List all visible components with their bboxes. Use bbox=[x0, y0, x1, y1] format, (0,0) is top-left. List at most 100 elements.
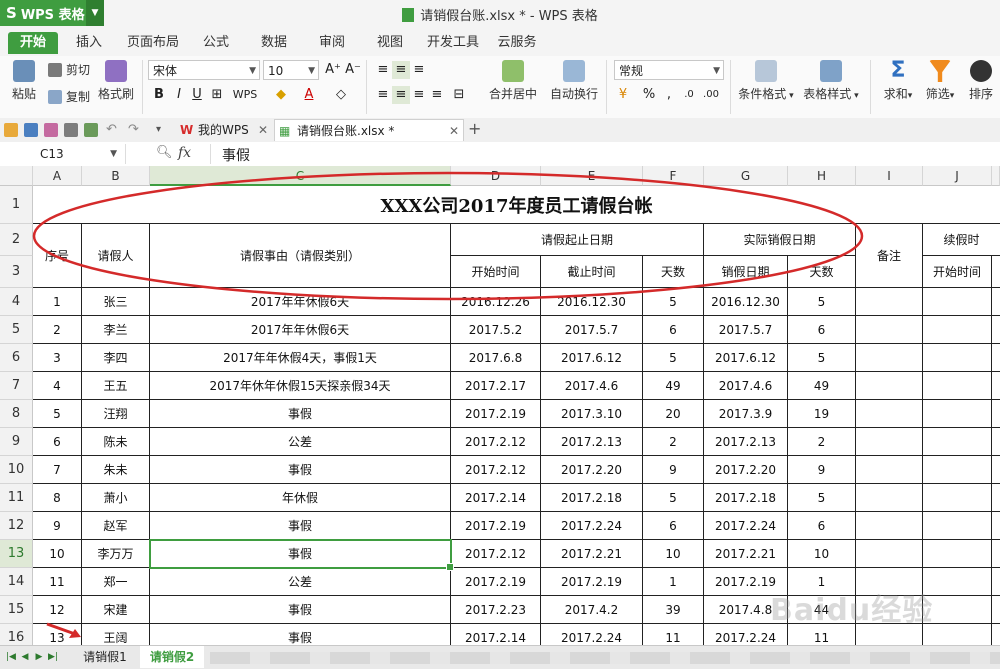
title-bar: 请销假台账.xlsx * - WPS 表格 S WPS 表格 ▼ bbox=[0, 0, 1000, 27]
cell-reference: C13 bbox=[40, 147, 64, 161]
format-painter-button[interactable]: 格式刷 bbox=[96, 60, 136, 102]
close-icon[interactable]: ✕ bbox=[258, 119, 268, 141]
ribbon-divider bbox=[606, 60, 607, 114]
prev-sheet-icon[interactable]: ◀ bbox=[20, 651, 30, 663]
wps-logo-icon: S bbox=[6, 4, 17, 22]
justify-icon[interactable]: ≡ bbox=[428, 86, 446, 104]
merge-center-button[interactable]: 合并居中 bbox=[484, 60, 542, 102]
spreadsheet-grid[interactable]: A B C D E F G H I J 1 2 3 4 5 6 7 8 9 10… bbox=[0, 166, 1000, 645]
number-format-select[interactable]: 常规 ▼ bbox=[614, 60, 724, 80]
sigma-icon: Σ bbox=[890, 58, 906, 83]
tab-view[interactable]: 视图 bbox=[368, 32, 412, 54]
funnel-icon bbox=[929, 60, 951, 82]
align-right-icon[interactable]: ≡ bbox=[410, 86, 428, 104]
tab-page-layout[interactable]: 页面布局 bbox=[122, 32, 184, 54]
paste-button[interactable]: 粘贴 bbox=[6, 60, 42, 102]
paste-label: 粘贴 bbox=[11, 87, 36, 101]
tab-data[interactable]: 数据 bbox=[252, 32, 296, 54]
shrink-font-icon[interactable]: A⁻ bbox=[344, 61, 362, 79]
table-style-icon bbox=[820, 60, 842, 82]
sheet-tab-2[interactable]: 请销假2 bbox=[140, 646, 204, 668]
conditional-format-icon bbox=[755, 60, 777, 82]
chevron-down-icon: ▼ bbox=[249, 66, 256, 76]
new-tab-icon[interactable]: + bbox=[468, 121, 482, 137]
conditional-format-label: 条件格式 bbox=[738, 87, 787, 101]
print-preview-icon[interactable] bbox=[84, 123, 98, 137]
tab-insert[interactable]: 插入 bbox=[66, 32, 112, 54]
chevron-down-icon: ▼ bbox=[110, 149, 117, 159]
watermark: Baidu经验 bbox=[770, 593, 934, 628]
undo-icon[interactable]: ↶ bbox=[106, 123, 120, 137]
clear-format-icon[interactable]: ◇ bbox=[332, 86, 350, 104]
export-pdf-icon[interactable] bbox=[44, 123, 58, 137]
sheet-tab-1[interactable]: 请销假1 bbox=[72, 646, 138, 668]
wrap-text-label: 自动换行 bbox=[549, 87, 598, 101]
number-format-value: 常规 bbox=[619, 64, 644, 78]
red-arrow-icon bbox=[46, 622, 81, 638]
align-center-icon[interactable]: ≡ bbox=[392, 86, 410, 104]
spreadsheet-file-icon bbox=[402, 8, 415, 22]
wps-icon[interactable]: WPS bbox=[232, 86, 258, 104]
first-sheet-icon[interactable]: |◀ bbox=[6, 651, 16, 663]
copy-button[interactable]: 复制 bbox=[48, 88, 90, 105]
close-icon[interactable]: ✕ bbox=[449, 120, 459, 142]
app-menu-button[interactable]: S WPS 表格 ▼ bbox=[0, 0, 104, 26]
filter-label: 筛选 bbox=[925, 87, 950, 101]
ribbon-divider bbox=[142, 60, 143, 114]
ribbon-divider bbox=[730, 60, 731, 114]
customize-dropdown-icon[interactable]: ▾ bbox=[156, 123, 170, 137]
fill-color-icon[interactable]: ◆ bbox=[272, 86, 290, 104]
italic-icon[interactable]: I bbox=[170, 86, 188, 104]
open-folder-icon[interactable] bbox=[4, 123, 18, 137]
percent-icon[interactable]: % bbox=[640, 86, 658, 104]
cut-button[interactable]: 剪切 bbox=[48, 61, 90, 78]
wrap-text-icon bbox=[563, 60, 585, 82]
tab-cloud[interactable]: 云服务 bbox=[492, 32, 542, 54]
filter-button[interactable]: 筛选▾ bbox=[920, 60, 960, 102]
wrap-text-button[interactable]: 自动换行 bbox=[548, 60, 600, 102]
print-icon[interactable] bbox=[64, 123, 78, 137]
copy-label: 复制 bbox=[66, 90, 91, 104]
font-name-select[interactable]: 宋体 ▼ bbox=[148, 60, 260, 80]
next-sheet-icon[interactable]: ▶ bbox=[34, 651, 44, 663]
currency-icon[interactable]: ¥ bbox=[614, 86, 632, 104]
formula-bar: C13 ▼ 🔍︎ fx 事假 bbox=[0, 142, 1000, 167]
grow-font-icon[interactable]: A⁺ bbox=[324, 61, 342, 79]
doc-tab-label: 我的WPS bbox=[198, 123, 249, 137]
distribute-icon[interactable]: ⊟ bbox=[450, 86, 468, 104]
fx-icon[interactable]: fx bbox=[178, 145, 191, 161]
doc-tab-my-wps[interactable]: W 我的WPS ✕ bbox=[176, 119, 272, 141]
last-sheet-icon[interactable]: ▶| bbox=[48, 651, 58, 663]
comma-icon[interactable]: , bbox=[660, 86, 678, 104]
redo-icon[interactable]: ↷ bbox=[128, 123, 142, 137]
formula-input[interactable]: 事假 bbox=[222, 145, 250, 165]
sort-button[interactable]: 排序 bbox=[962, 60, 1000, 102]
align-top-icon[interactable]: ≡ bbox=[374, 61, 392, 79]
sum-button[interactable]: Σ 求和▾ bbox=[878, 60, 918, 102]
tab-formulas[interactable]: 公式 bbox=[194, 32, 238, 54]
chevron-down-icon[interactable]: ▼ bbox=[86, 0, 104, 26]
increase-decimal-icon[interactable]: .0 bbox=[680, 86, 698, 104]
save-icon[interactable] bbox=[24, 123, 38, 137]
tab-developer[interactable]: 开发工具 bbox=[422, 32, 484, 54]
bold-icon[interactable]: B bbox=[150, 86, 168, 104]
conditional-format-button[interactable]: 条件格式 ▾ bbox=[736, 60, 796, 102]
tab-home[interactable]: 开始 bbox=[8, 32, 58, 54]
align-left-icon[interactable]: ≡ bbox=[374, 86, 392, 104]
brush-icon bbox=[105, 60, 127, 82]
table-style-button[interactable]: 表格样式 ▾ bbox=[800, 60, 862, 102]
zoom-search-icon[interactable]: 🔍︎ bbox=[156, 145, 173, 160]
border-icon[interactable]: ⊞ bbox=[208, 86, 226, 104]
merge-center-label: 合并居中 bbox=[488, 87, 537, 101]
font-size-select[interactable]: 10 ▼ bbox=[263, 60, 319, 80]
font-color-icon[interactable]: A bbox=[300, 86, 318, 104]
doc-tab-workbook[interactable]: ▦ 请销假台账.xlsx * ✕ bbox=[274, 119, 464, 141]
decrease-decimal-icon[interactable]: .00 bbox=[702, 86, 720, 104]
align-bottom-icon[interactable]: ≡ bbox=[410, 61, 428, 79]
font-name-value: 宋体 bbox=[153, 64, 178, 78]
name-box[interactable]: C13 ▼ bbox=[0, 144, 126, 164]
align-middle-icon[interactable]: ≡ bbox=[392, 61, 410, 79]
chevron-down-icon: ▼ bbox=[713, 66, 720, 76]
underline-icon[interactable]: U bbox=[188, 86, 206, 104]
tab-review[interactable]: 审阅 bbox=[310, 32, 354, 54]
